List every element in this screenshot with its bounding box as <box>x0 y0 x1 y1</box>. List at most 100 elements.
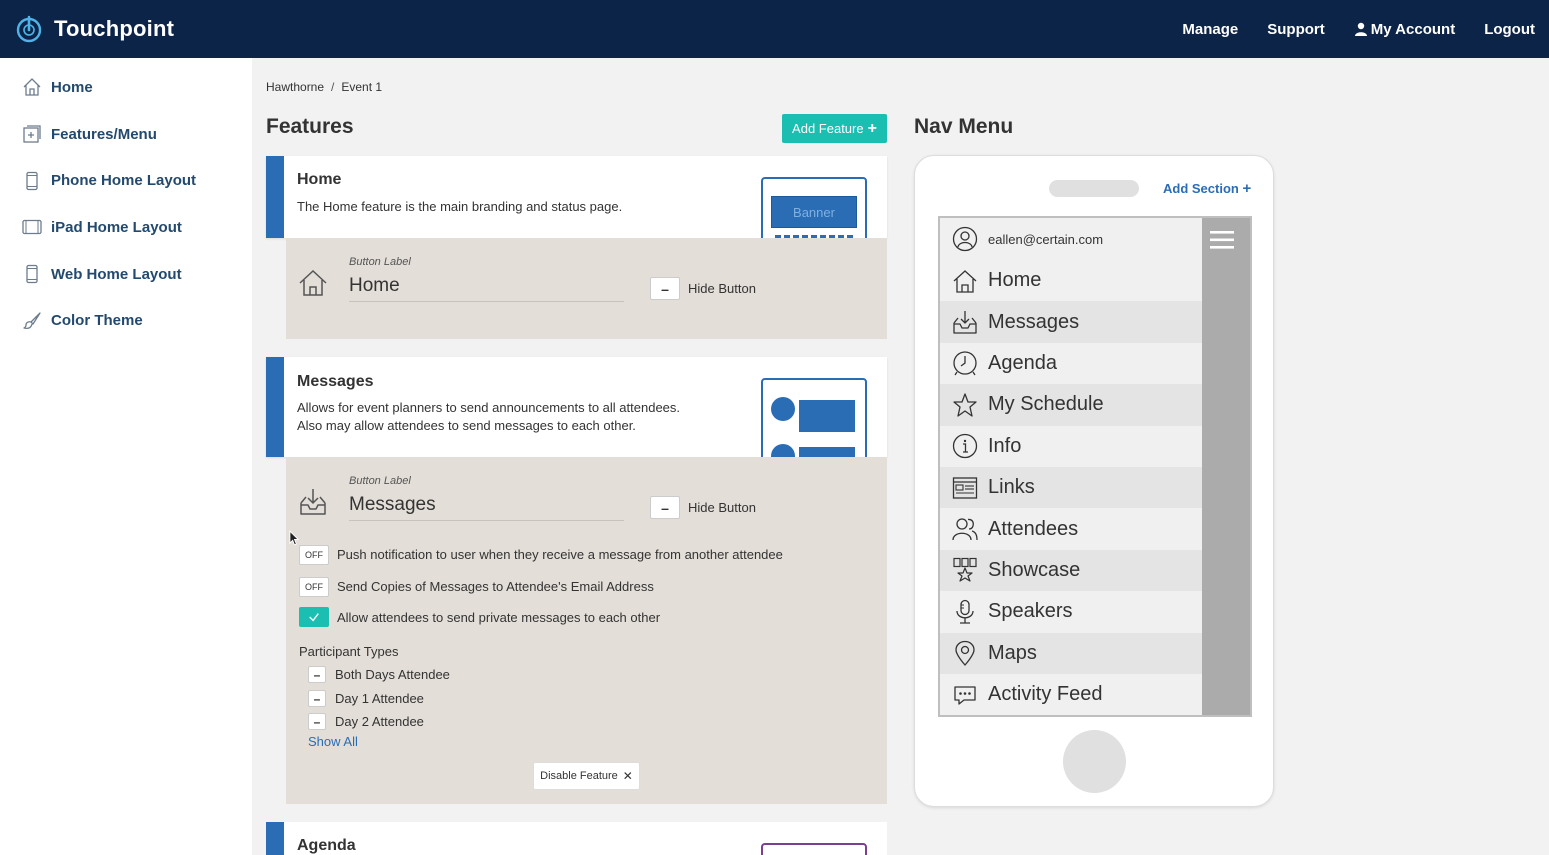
nav-menu-item-label: Activity Feed <box>988 683 1103 706</box>
private-messages-checkbox[interactable] <box>299 607 329 627</box>
participant-type-label: Day 2 Attendee <box>335 714 424 729</box>
home-icon <box>953 269 977 293</box>
feature-card-agenda: Agenda <box>266 822 887 855</box>
disable-feature-button[interactable]: Disable Feature ✕ <box>533 762 640 790</box>
nav-menu-item-my-schedule[interactable]: My Schedule <box>940 384 1202 426</box>
plus-icon: + <box>1242 180 1252 197</box>
nav-menu-item-info[interactable]: Info <box>940 426 1202 467</box>
nav-menu-title: Nav Menu <box>914 115 1014 138</box>
nav-menu-item-agenda[interactable]: Agenda <box>940 343 1202 384</box>
top-nav: Manage Support My Account Logout <box>1153 0 1535 58</box>
check-icon <box>309 613 319 622</box>
push-notification-toggle[interactable]: OFF <box>299 545 329 565</box>
feature-title: Home <box>297 171 342 188</box>
sidebar-item-label: Web Home Layout <box>51 265 182 283</box>
feature-description: The Home feature is the main branding an… <box>297 199 623 214</box>
breadcrumb-separator: / <box>331 80 335 94</box>
sidebar-item-label: Phone Home Layout <box>51 172 197 190</box>
nav-menu-items: Home Messages Agenda My Schedule Info Li… <box>940 260 1202 715</box>
nav-menu-item-messages[interactable]: Messages <box>940 301 1202 343</box>
sidebar-item-color-theme[interactable]: Color Theme <box>0 297 252 344</box>
message-block <box>799 447 855 457</box>
chat-icon <box>954 685 976 705</box>
button-label-caption: Button Label <box>349 475 411 487</box>
hide-button-toggle[interactable]: – <box>650 496 680 519</box>
sidebar-item-label: iPad Home Layout <box>51 218 182 236</box>
message-block <box>799 400 855 432</box>
add-box-icon <box>23 125 41 143</box>
sidebar-item-label: Home <box>51 78 93 96</box>
nav-menu-item-maps[interactable]: Maps <box>940 632 1202 674</box>
nav-menu-item-home[interactable]: Home <box>940 260 1202 301</box>
button-label-input[interactable]: Messages <box>349 494 624 521</box>
tablet-icon <box>22 220 42 235</box>
participant-type-row: – Both Days Attendee <box>308 666 450 683</box>
breadcrumb-root[interactable]: Hawthorne <box>266 80 324 94</box>
private-messages-label: Allow attendees to send private messages… <box>337 610 661 625</box>
feature-body-home: Button Label Home – Hide Button <box>286 238 887 339</box>
feature-description-line-2: Also may allow attendees to send message… <box>297 418 636 433</box>
participant-types-title: Participant Types <box>299 644 399 659</box>
map-pin-icon <box>955 641 975 667</box>
hamburger-menu-icon[interactable] <box>1210 230 1234 250</box>
sidebar-item-home[interactable]: Home <box>0 64 252 111</box>
sidebar-item-web-home-layout[interactable]: Web Home Layout <box>0 251 252 298</box>
feature-title: Messages <box>297 373 374 390</box>
plus-icon: + <box>867 119 877 137</box>
nav-menu-item-activity-feed[interactable]: Activity Feed <box>940 674 1202 715</box>
breadcrumb: Hawthorne / Event 1 <box>266 80 382 94</box>
nav-menu-item-label: Agenda <box>988 351 1057 374</box>
feature-title: Agenda <box>297 837 356 854</box>
participant-type-label: Day 1 Attendee <box>335 691 424 706</box>
phone-speaker <box>1049 180 1139 197</box>
nav-menu-item-speakers[interactable]: Speakers <box>940 591 1202 632</box>
phone-screen: eallen@certain.com Home Messages Agenda <box>938 216 1252 717</box>
nav-menu-item-label: Links <box>988 476 1035 499</box>
button-label-caption: Button Label <box>349 256 411 268</box>
breadcrumb-current: Event 1 <box>341 80 383 94</box>
nav-menu-item-showcase[interactable]: Showcase <box>940 549 1202 592</box>
hide-button-label: Hide Button <box>688 500 756 515</box>
sidebar-item-features-menu[interactable]: Features/Menu <box>0 111 252 158</box>
sidebar: Home Features/Menu Phone Home Layout iPa… <box>0 58 252 855</box>
my-account-link[interactable]: My Account <box>1354 21 1455 38</box>
nav-menu-item-label: Home <box>988 269 1042 292</box>
nav-menu-item-links[interactable]: Links <box>940 466 1202 509</box>
home-icon <box>23 78 41 96</box>
remove-participant-type-button[interactable]: – <box>308 713 326 730</box>
add-section-button[interactable]: Add Section + <box>1163 180 1251 197</box>
close-icon: ✕ <box>622 769 633 783</box>
remove-participant-type-button[interactable]: – <box>308 666 326 683</box>
participant-type-row: – Day 2 Attendee <box>308 713 424 730</box>
user-circle-icon <box>952 226 978 252</box>
remove-participant-type-button[interactable]: – <box>308 690 326 707</box>
nav-menu-item-label: My Schedule <box>988 393 1104 416</box>
sidebar-item-ipad-home-layout[interactable]: iPad Home Layout <box>0 204 252 251</box>
logout-link[interactable]: Logout <box>1484 21 1535 38</box>
feature-preview: Banner <box>761 177 867 238</box>
inbox-download-icon <box>300 489 326 515</box>
support-link[interactable]: Support <box>1267 21 1325 38</box>
nav-menu-item-label: Attendees <box>988 517 1079 540</box>
brush-icon <box>23 312 41 329</box>
brand[interactable]: Touchpoint <box>14 14 174 44</box>
button-label-input[interactable]: Home <box>349 275 624 302</box>
power-logo-icon <box>16 15 42 43</box>
manage-link[interactable]: Manage <box>1182 21 1238 38</box>
star-icon <box>953 393 977 417</box>
hide-button-toggle[interactable]: – <box>650 277 680 300</box>
nav-menu-item-label: Messages <box>988 310 1080 333</box>
banner-text: Banner <box>793 204 835 220</box>
nav-menu-item-label: Speakers <box>988 600 1073 623</box>
show-all-link[interactable]: Show All <box>308 734 358 749</box>
feature-body-messages: Button Label Messages – Hide Button OFF … <box>286 457 887 804</box>
sidebar-item-phone-home-layout[interactable]: Phone Home Layout <box>0 157 252 204</box>
nav-menu-item-attendees[interactable]: Attendees <box>940 508 1202 549</box>
user-email: eallen@certain.com <box>988 231 1104 247</box>
banner-preview: Banner <box>771 196 857 228</box>
email-copies-toggle[interactable]: OFF <box>299 577 329 597</box>
feature-preview <box>761 378 867 457</box>
microphone-icon <box>956 599 974 624</box>
nav-menu-list: eallen@certain.com Home Messages Agenda <box>940 218 1202 715</box>
add-feature-button[interactable]: Add Feature + <box>782 114 887 143</box>
